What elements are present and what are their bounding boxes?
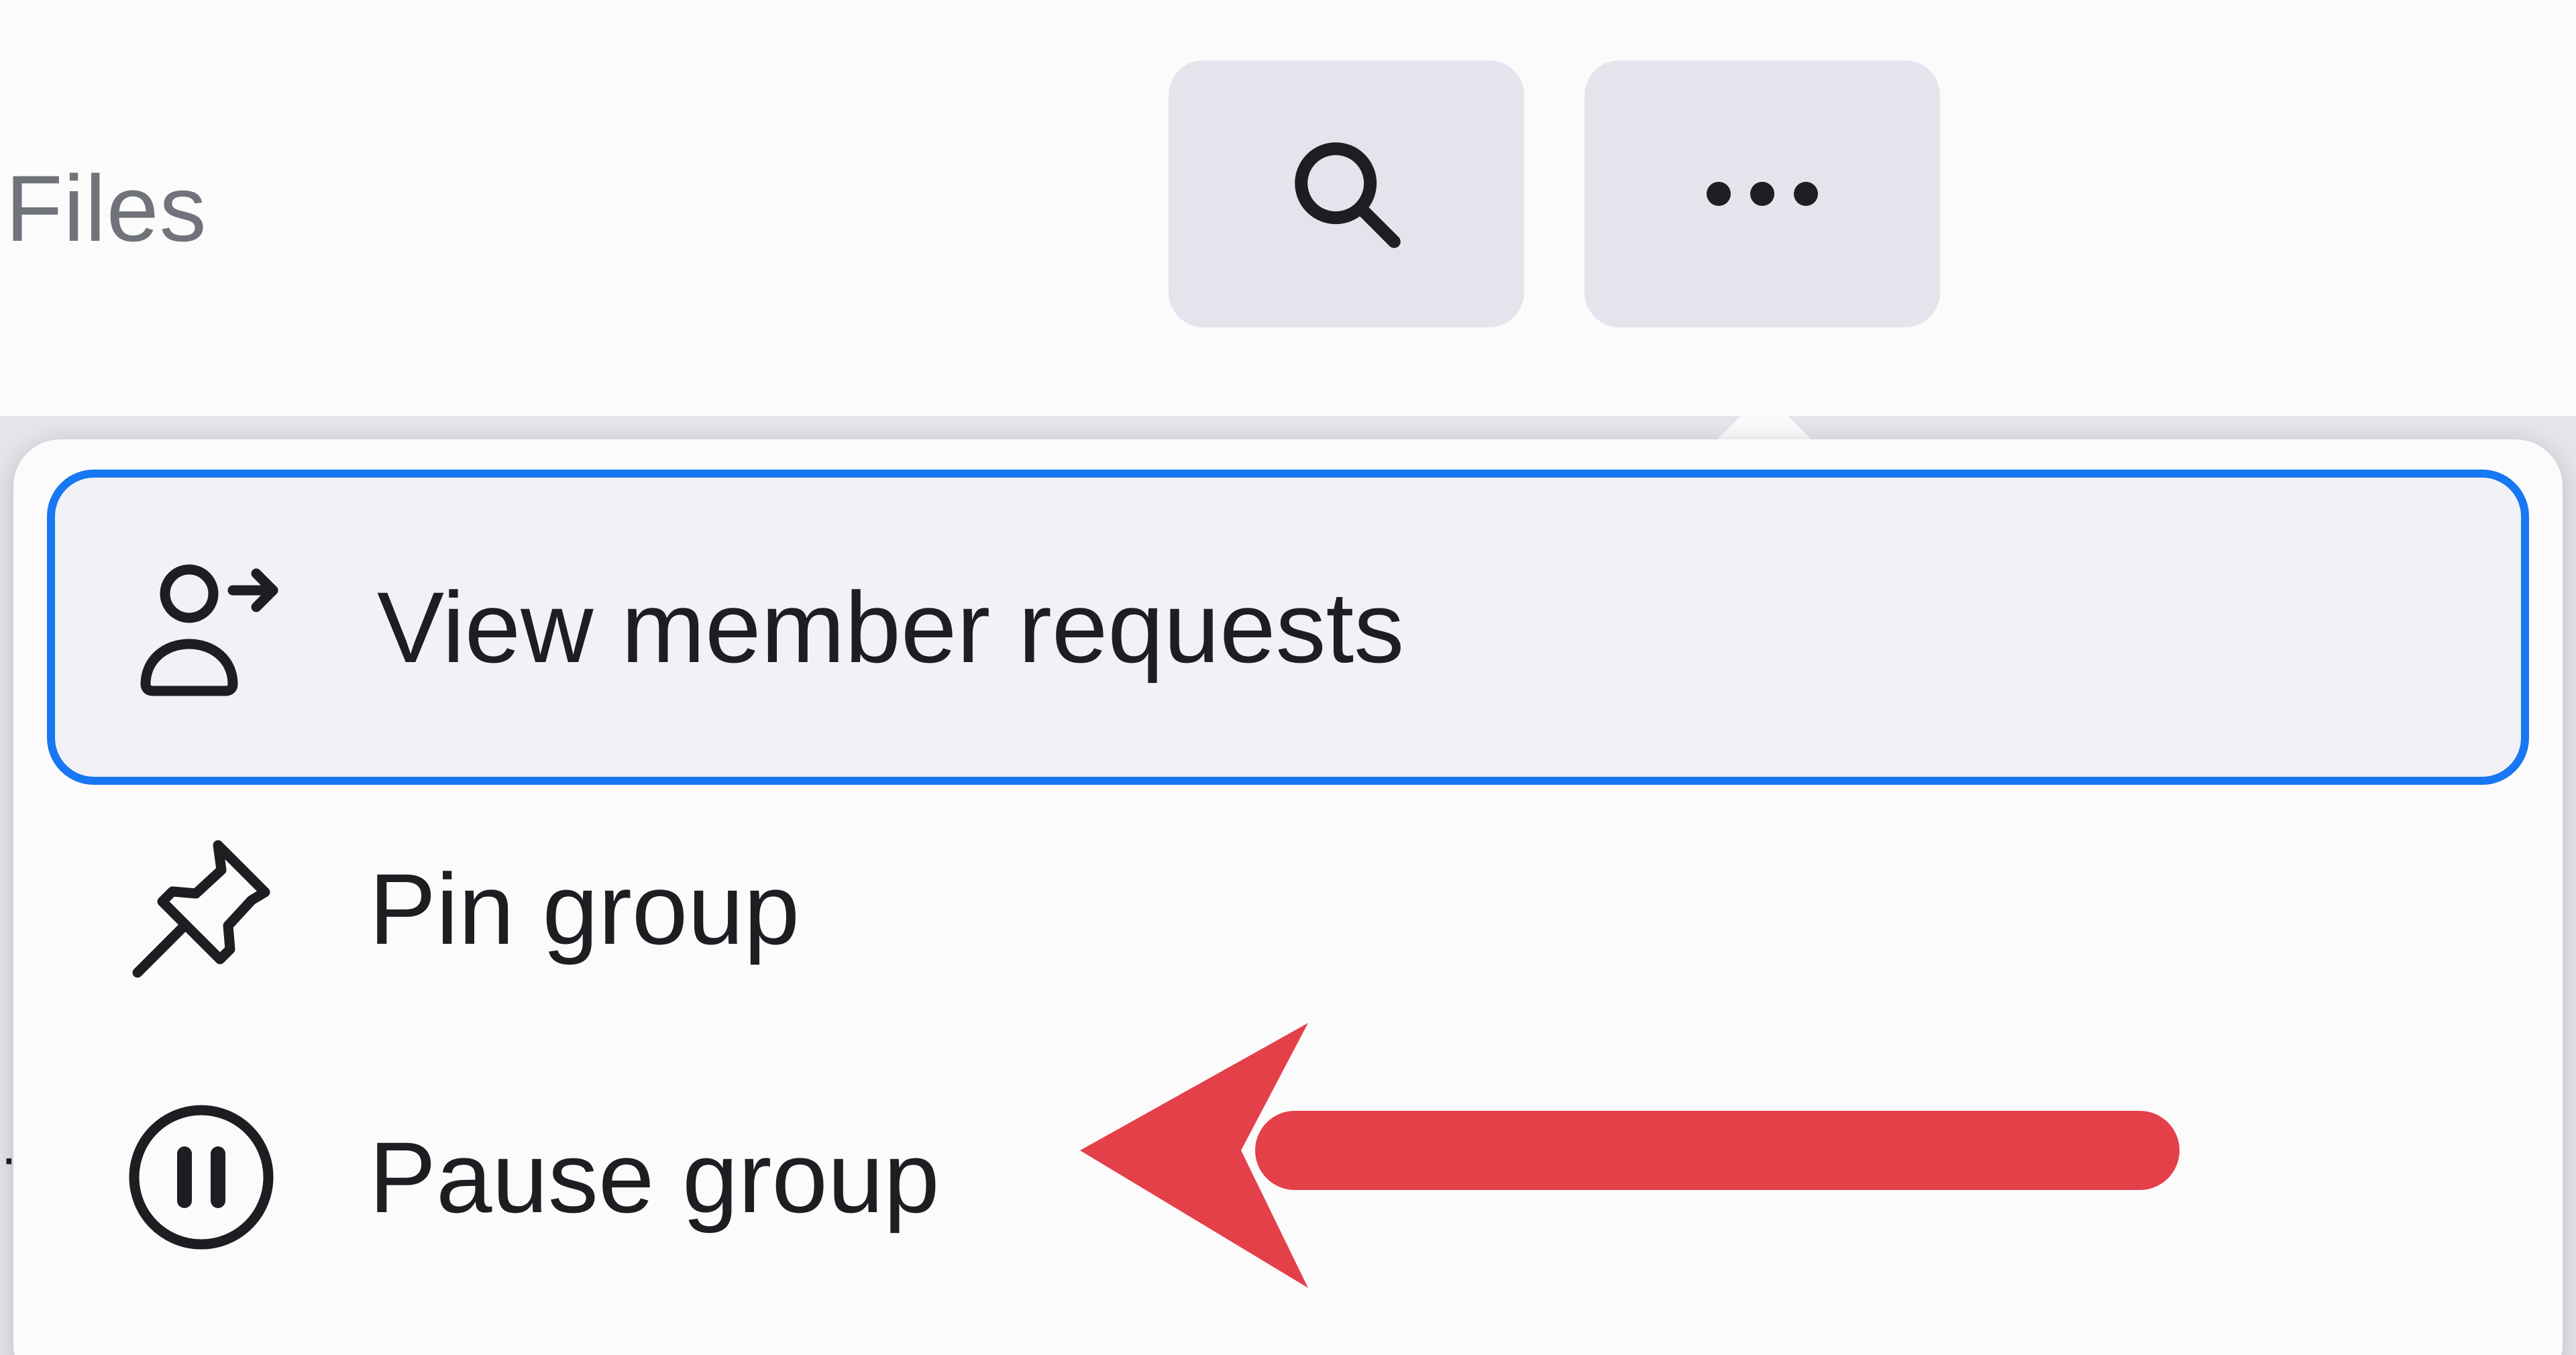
group-header-bar: Files: [0, 0, 2576, 416]
red-arrow-annotation: [1080, 1023, 2180, 1288]
menu-item-view-member-requests[interactable]: View member requests: [47, 470, 2529, 785]
more-options-button[interactable]: [1585, 60, 1940, 327]
more-horizontal-icon: [1707, 182, 1818, 206]
person-arrow-icon: [140, 564, 278, 696]
tab-files[interactable]: Files: [5, 154, 207, 263]
screen: Files · View member requests Pin group P…: [0, 0, 2576, 1355]
pause-circle-icon: [129, 1105, 274, 1250]
menu-item-label: View member requests: [377, 570, 1405, 684]
search-icon: [1295, 142, 1401, 248]
pin-icon: [132, 840, 270, 978]
search-button[interactable]: [1169, 60, 1524, 327]
menu-item-label: Pause group: [369, 1120, 940, 1234]
menu-caret: [1714, 392, 1815, 443]
menu-item-label: Pin group: [369, 852, 800, 965]
